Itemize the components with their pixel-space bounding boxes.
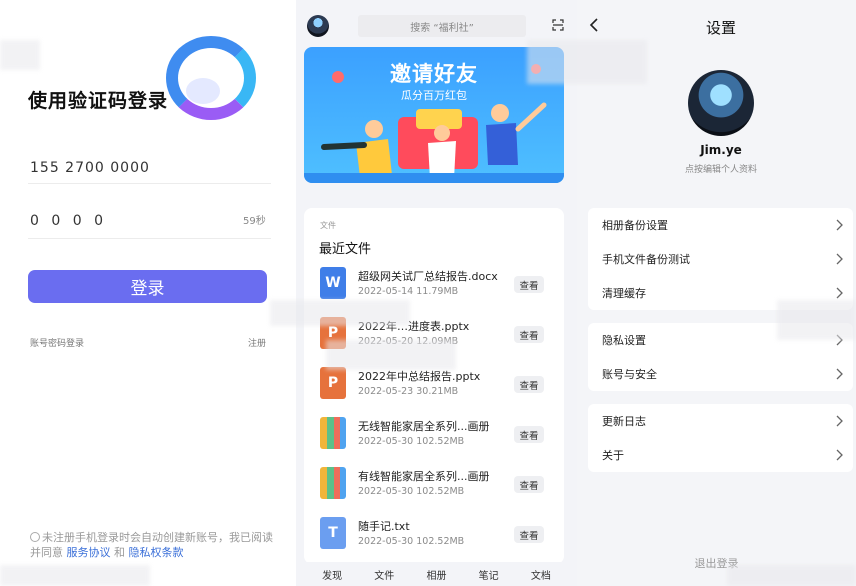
- service-agreement-link[interactable]: 服务协议: [67, 546, 111, 559]
- register-link[interactable]: 注册: [248, 336, 266, 349]
- file-row[interactable]: 有线智能家居全系列...画册 2022-05-30 102.52MB 查看: [320, 464, 556, 508]
- settings-item-label: 隐私设置: [602, 334, 646, 347]
- file-meta: 2022-05-30 102.52MB: [358, 486, 464, 497]
- agree-radio[interactable]: [30, 532, 40, 542]
- archive-file-icon: [320, 467, 346, 499]
- password-login-link[interactable]: 账号密码登录: [30, 336, 84, 349]
- nav-album[interactable]: 相册: [426, 567, 446, 582]
- recent-files-title: 最近文件: [319, 242, 372, 257]
- invite-banner[interactable]: 邀请好友 瓜分百万红包: [304, 47, 564, 183]
- banner-title: 邀请好友: [390, 62, 478, 86]
- settings-item-label: 清理缓存: [602, 287, 646, 300]
- settings-item-label: 更新日志: [602, 415, 646, 428]
- view-button[interactable]: 查看: [514, 476, 544, 493]
- files-panel: 搜索 “福利社” 邀请好友 瓜分百万红包 文件 最近文件 W 超级网关试厂总结报…: [270, 0, 577, 586]
- ppt-file-icon: P: [320, 367, 346, 399]
- login-button[interactable]: 登录: [28, 270, 267, 303]
- chevron-right-icon: [836, 449, 843, 461]
- file-meta: 2022-05-30 102.52MB: [358, 536, 464, 547]
- file-row[interactable]: T 随手记.txt 2022-05-30 102.52MB 查看: [320, 514, 556, 558]
- chevron-right-icon: [836, 415, 843, 427]
- settings-item-changelog[interactable]: 更新日志: [588, 404, 853, 438]
- file-meta: 2022-05-23 30.21MB: [358, 386, 458, 397]
- settings-item-label: 关于: [602, 449, 624, 462]
- page-title: 设置: [705, 19, 736, 37]
- nav-files[interactable]: 文件: [374, 567, 394, 582]
- file-size: 30.21MB: [416, 386, 459, 397]
- file-name: 随手记.txt: [358, 520, 410, 533]
- login-panel: 使用验证码登录 59秒 登录 账号密码登录 注册 未注册手机登录时会自动创建新账…: [0, 0, 296, 586]
- file-name: 无线智能家居全系列...画册: [358, 420, 490, 433]
- view-button[interactable]: 查看: [514, 526, 544, 543]
- file-size: 102.52MB: [416, 536, 465, 547]
- settings-group-backup: 相册备份设置 手机文件备份测试 清理缓存: [588, 208, 853, 310]
- file-size: 11.79MB: [416, 286, 459, 297]
- section-label: 文件: [320, 221, 336, 230]
- nav-discover[interactable]: 发现: [322, 567, 342, 582]
- app-logo-icon: [166, 36, 256, 120]
- file-date: 2022-05-14: [358, 286, 414, 297]
- phone-input[interactable]: [30, 152, 270, 184]
- agreement-row: 未注册手机登录时会自动创建新账号，我已阅读并同意 服务协议 和 隐私权条款: [30, 530, 276, 560]
- settings-panel: 设置 Jim.ye 点按编辑个人资料 相册备份设置 手机文件备份测试 清理缓存 …: [527, 0, 856, 586]
- edit-profile-link[interactable]: 点按编辑个人资料: [577, 162, 856, 175]
- file-row[interactable]: 无线智能家居全系列...画册 2022-05-30 102.52MB 查看: [320, 414, 556, 458]
- chevron-right-icon: [836, 219, 843, 231]
- bottom-nav: 发现 文件 相册 笔记 文档: [296, 562, 577, 586]
- view-button[interactable]: 查看: [514, 426, 544, 443]
- agreement-and: 和: [114, 546, 125, 559]
- settings-item-about[interactable]: 关于: [588, 438, 853, 472]
- settings-item-label: 账号与安全: [602, 368, 657, 381]
- word-file-icon: W: [320, 267, 346, 299]
- file-date: 2022-05-23: [358, 386, 414, 397]
- file-date: 2022-05-30: [358, 436, 414, 447]
- settings-item-file-backup[interactable]: 手机文件备份测试: [588, 242, 853, 276]
- file-size: 102.52MB: [416, 436, 465, 447]
- scan-icon[interactable]: [552, 19, 564, 31]
- username: Jim.ye: [700, 143, 742, 157]
- resend-countdown: 59秒: [243, 216, 266, 227]
- file-name: 有线智能家居全系列...画册: [358, 470, 490, 483]
- file-name: 2022年中总结报告.pptx: [358, 370, 481, 383]
- privacy-policy-link[interactable]: 隐私权条款: [129, 546, 184, 559]
- profile-avatar[interactable]: [688, 70, 754, 136]
- file-name: 超级网关试厂总结报告.docx: [358, 270, 498, 283]
- settings-item-account-security[interactable]: 账号与安全: [588, 357, 853, 391]
- text-file-icon: T: [320, 517, 346, 549]
- avatar[interactable]: [307, 15, 329, 37]
- file-date: 2022-05-30: [358, 536, 414, 547]
- settings-item-label: 相册备份设置: [602, 219, 668, 232]
- file-size: 102.52MB: [416, 486, 465, 497]
- view-button[interactable]: 查看: [514, 326, 544, 343]
- nav-notes[interactable]: 笔记: [479, 567, 499, 582]
- file-row[interactable]: P 2022年中总结报告.pptx 2022-05-23 30.21MB 查看: [320, 364, 556, 408]
- search-input[interactable]: 搜索 “福利社”: [358, 15, 526, 37]
- chevron-right-icon: [836, 368, 843, 380]
- phone-divider: [28, 183, 271, 184]
- chevron-right-icon: [836, 253, 843, 265]
- banner-subtitle: 瓜分百万红包: [401, 89, 467, 102]
- nav-docs[interactable]: 文档: [531, 567, 551, 582]
- recent-files-card: 文件 最近文件 W 超级网关试厂总结报告.docx 2022-05-14 11.…: [304, 208, 564, 564]
- login-title: 使用验证码登录: [28, 90, 169, 112]
- settings-item-album-backup[interactable]: 相册备份设置: [588, 208, 853, 242]
- file-meta: 2022-05-14 11.79MB: [358, 286, 458, 297]
- code-divider: [28, 238, 271, 239]
- view-button[interactable]: 查看: [514, 276, 544, 293]
- file-meta: 2022-05-30 102.52MB: [358, 436, 464, 447]
- file-date: 2022-05-30: [358, 486, 414, 497]
- settings-group-about: 更新日志 关于: [588, 404, 853, 472]
- verification-code-input[interactable]: [30, 206, 190, 236]
- archive-file-icon: [320, 417, 346, 449]
- view-button[interactable]: 查看: [514, 376, 544, 393]
- chevron-right-icon: [836, 287, 843, 299]
- settings-item-label: 手机文件备份测试: [602, 253, 690, 266]
